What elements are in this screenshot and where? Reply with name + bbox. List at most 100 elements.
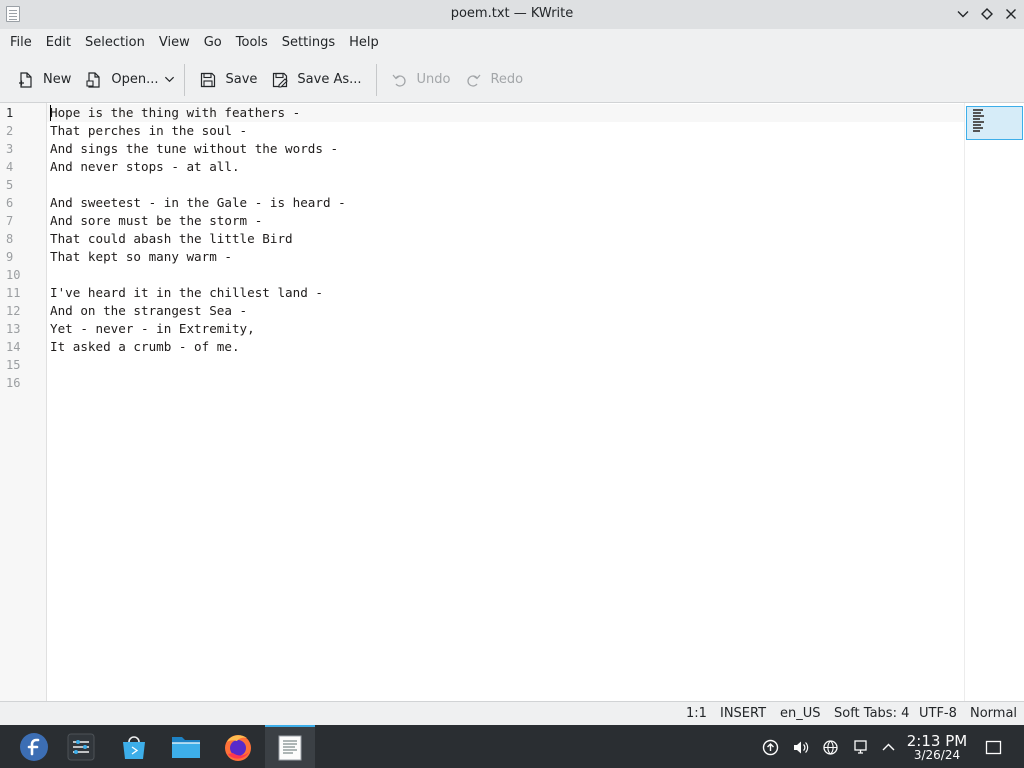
text-line[interactable]: That kept so many warm - [50, 248, 232, 266]
settings-sliders-icon [67, 733, 95, 760]
tray-network[interactable] [820, 737, 840, 757]
line-number-gutter[interactable]: 1 2 3 4 5 6 7 8 9 10 11 12 13 14 15 16 [0, 103, 47, 701]
menu-help[interactable]: Help [342, 31, 386, 55]
taskbar-software-center[interactable] [111, 725, 157, 768]
window-title: poem.txt — KWrite [450, 6, 574, 21]
title-bar: poem.txt — KWrite [0, 0, 1024, 29]
text-line[interactable]: And sings the tune without the words - [50, 140, 338, 158]
line-number: 3 [6, 142, 14, 156]
line-number: 16 [6, 376, 21, 390]
menu-edit[interactable]: Edit [39, 31, 78, 55]
text-line[interactable]: Yet - never - in Extremity, [50, 320, 255, 338]
toolbar-separator [375, 63, 377, 96]
new-document-icon [19, 71, 32, 88]
chevron-down-icon [957, 11, 969, 18]
save-as-icon [273, 72, 289, 88]
application-launcher[interactable] [11, 725, 57, 768]
minimap-scrollbar[interactable] [964, 103, 1024, 701]
minimap-line [973, 115, 984, 117]
taskbar-firefox[interactable] [215, 725, 261, 768]
line-number: 15 [6, 358, 21, 372]
line-number: 1 [6, 106, 14, 120]
edit-mode[interactable]: INSERT [720, 706, 766, 721]
main-toolbar: New Open... Save Save As... Undo Redo [0, 57, 1024, 103]
taskbar-system-settings[interactable] [58, 725, 104, 768]
tray-updates[interactable] [760, 737, 780, 757]
toolbar-separator [184, 63, 186, 96]
maximize-button[interactable] [977, 4, 997, 24]
new-button[interactable]: New [10, 64, 78, 96]
text-line[interactable]: I've heard it in the chillest land - [50, 284, 323, 302]
input-mode[interactable]: Normal [970, 706, 1017, 721]
folder-icon [172, 736, 200, 758]
new-label: New [43, 72, 72, 87]
menu-go[interactable]: Go [197, 31, 229, 55]
redo-button[interactable]: Redo [457, 64, 530, 96]
save-button[interactable]: Save [192, 64, 264, 96]
minimap-line [973, 124, 981, 126]
text-line[interactable]: And on the strangest Sea - [50, 302, 247, 320]
minimize-button[interactable] [953, 4, 973, 24]
undo-label: Undo [416, 72, 451, 87]
dictionary-language[interactable]: en_US [780, 706, 821, 721]
status-bar: 1:1 INSERT en_US Soft Tabs: 4 UTF-8 Norm… [0, 701, 1024, 725]
update-notification-icon [762, 739, 778, 755]
open-document-icon [86, 71, 100, 88]
text-line[interactable]: And sore must be the storm - [50, 212, 262, 230]
tray-expand[interactable] [878, 737, 898, 757]
minimap-line [973, 130, 980, 132]
save-as-button[interactable]: Save As... [264, 64, 368, 96]
show-desktop-icon [985, 740, 1001, 754]
line-number: 12 [6, 304, 21, 318]
menu-settings[interactable]: Settings [275, 31, 342, 55]
chevron-down-icon [164, 76, 175, 83]
minimap-line [973, 121, 984, 123]
clock-date[interactable]: 3/26/24 [898, 748, 976, 762]
menu-file[interactable]: File [3, 31, 39, 55]
text-line[interactable]: That could abash the little Bird [50, 230, 293, 248]
fedora-logo-icon [20, 732, 48, 761]
show-desktop-button[interactable] [982, 737, 1004, 757]
menu-tools[interactable]: Tools [229, 31, 275, 55]
diamond-icon [981, 8, 993, 20]
menu-bar: File Edit Selection View Go Tools Settin… [0, 29, 1024, 57]
undo-button[interactable]: Undo [384, 64, 458, 96]
cursor-position[interactable]: 1:1 [686, 706, 707, 721]
menu-selection[interactable]: Selection [78, 31, 152, 55]
taskbar [0, 725, 1024, 768]
redo-icon [467, 74, 481, 87]
close-icon [1006, 9, 1016, 19]
globe-network-icon [822, 739, 838, 755]
tray-volume[interactable] [790, 737, 810, 757]
save-label: Save [225, 72, 258, 87]
shopping-bag-icon [123, 735, 145, 759]
text-editor[interactable]: 1 2 3 4 5 6 7 8 9 10 11 12 13 14 15 16 H… [0, 103, 1024, 701]
file-encoding[interactable]: UTF-8 [919, 706, 957, 721]
indentation-settings[interactable]: Soft Tabs: 4 [834, 706, 909, 721]
open-button[interactable]: Open... [78, 64, 165, 96]
minimap-line [973, 109, 983, 111]
text-line[interactable]: Hope is the thing with feathers - [50, 104, 300, 122]
taskbar-file-manager[interactable] [163, 725, 209, 768]
firefox-icon [225, 734, 251, 761]
taskbar-kwrite[interactable] [265, 725, 315, 768]
text-line[interactable]: That perches in the soul - [50, 122, 247, 140]
line-number: 10 [6, 268, 21, 282]
open-recent-dropdown[interactable] [161, 64, 177, 96]
menu-view[interactable]: View [152, 31, 197, 55]
text-cursor [50, 105, 51, 121]
open-label: Open... [111, 72, 159, 87]
line-number: 5 [6, 178, 14, 192]
save-as-label: Save As... [297, 72, 362, 87]
text-line[interactable]: And never stops - at all. [50, 158, 240, 176]
close-button[interactable] [1001, 4, 1021, 24]
line-number: 11 [6, 286, 21, 300]
line-number: 14 [6, 340, 21, 354]
line-number: 13 [6, 322, 21, 336]
tray-devices[interactable] [850, 737, 870, 757]
line-number: 8 [6, 232, 14, 246]
line-number: 4 [6, 160, 14, 174]
text-line[interactable]: It asked a crumb - of me. [50, 338, 240, 356]
text-line[interactable]: And sweetest - in the Gale - is heard - [50, 194, 346, 212]
save-icon [201, 72, 216, 87]
